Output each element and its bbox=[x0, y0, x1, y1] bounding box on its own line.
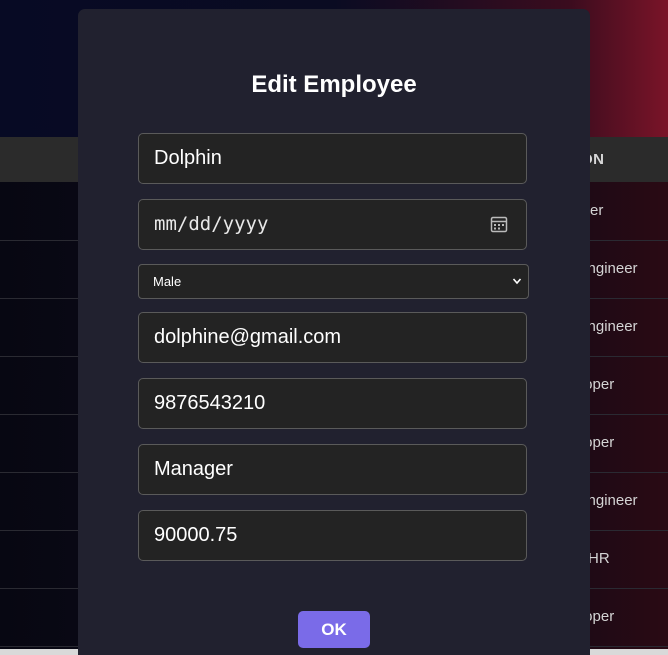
chevron-down-icon bbox=[512, 278, 522, 285]
position-field[interactable]: Manager bbox=[138, 444, 527, 495]
date-placeholder: mm/dd/yyyy bbox=[154, 213, 269, 235]
gender-select[interactable]: Male bbox=[138, 264, 529, 299]
email-field[interactable]: dolphine@gmail.com bbox=[138, 312, 527, 363]
calendar-icon[interactable] bbox=[490, 215, 508, 233]
date-field[interactable]: mm/dd/yyyy bbox=[138, 199, 527, 250]
table-cell-position: HR bbox=[588, 550, 610, 567]
ok-button[interactable]: OK bbox=[298, 611, 370, 648]
modal-title: Edit Employee bbox=[251, 71, 417, 98]
gender-selected-value: Male bbox=[153, 274, 182, 289]
edit-employee-modal: Edit Employee Dolphin mm/dd/yyyy Male do… bbox=[78, 9, 590, 655]
salary-field[interactable]: 90000.75 bbox=[138, 510, 527, 561]
phone-field[interactable]: 9876543210 bbox=[138, 378, 527, 429]
name-field[interactable]: Dolphin bbox=[138, 133, 527, 184]
